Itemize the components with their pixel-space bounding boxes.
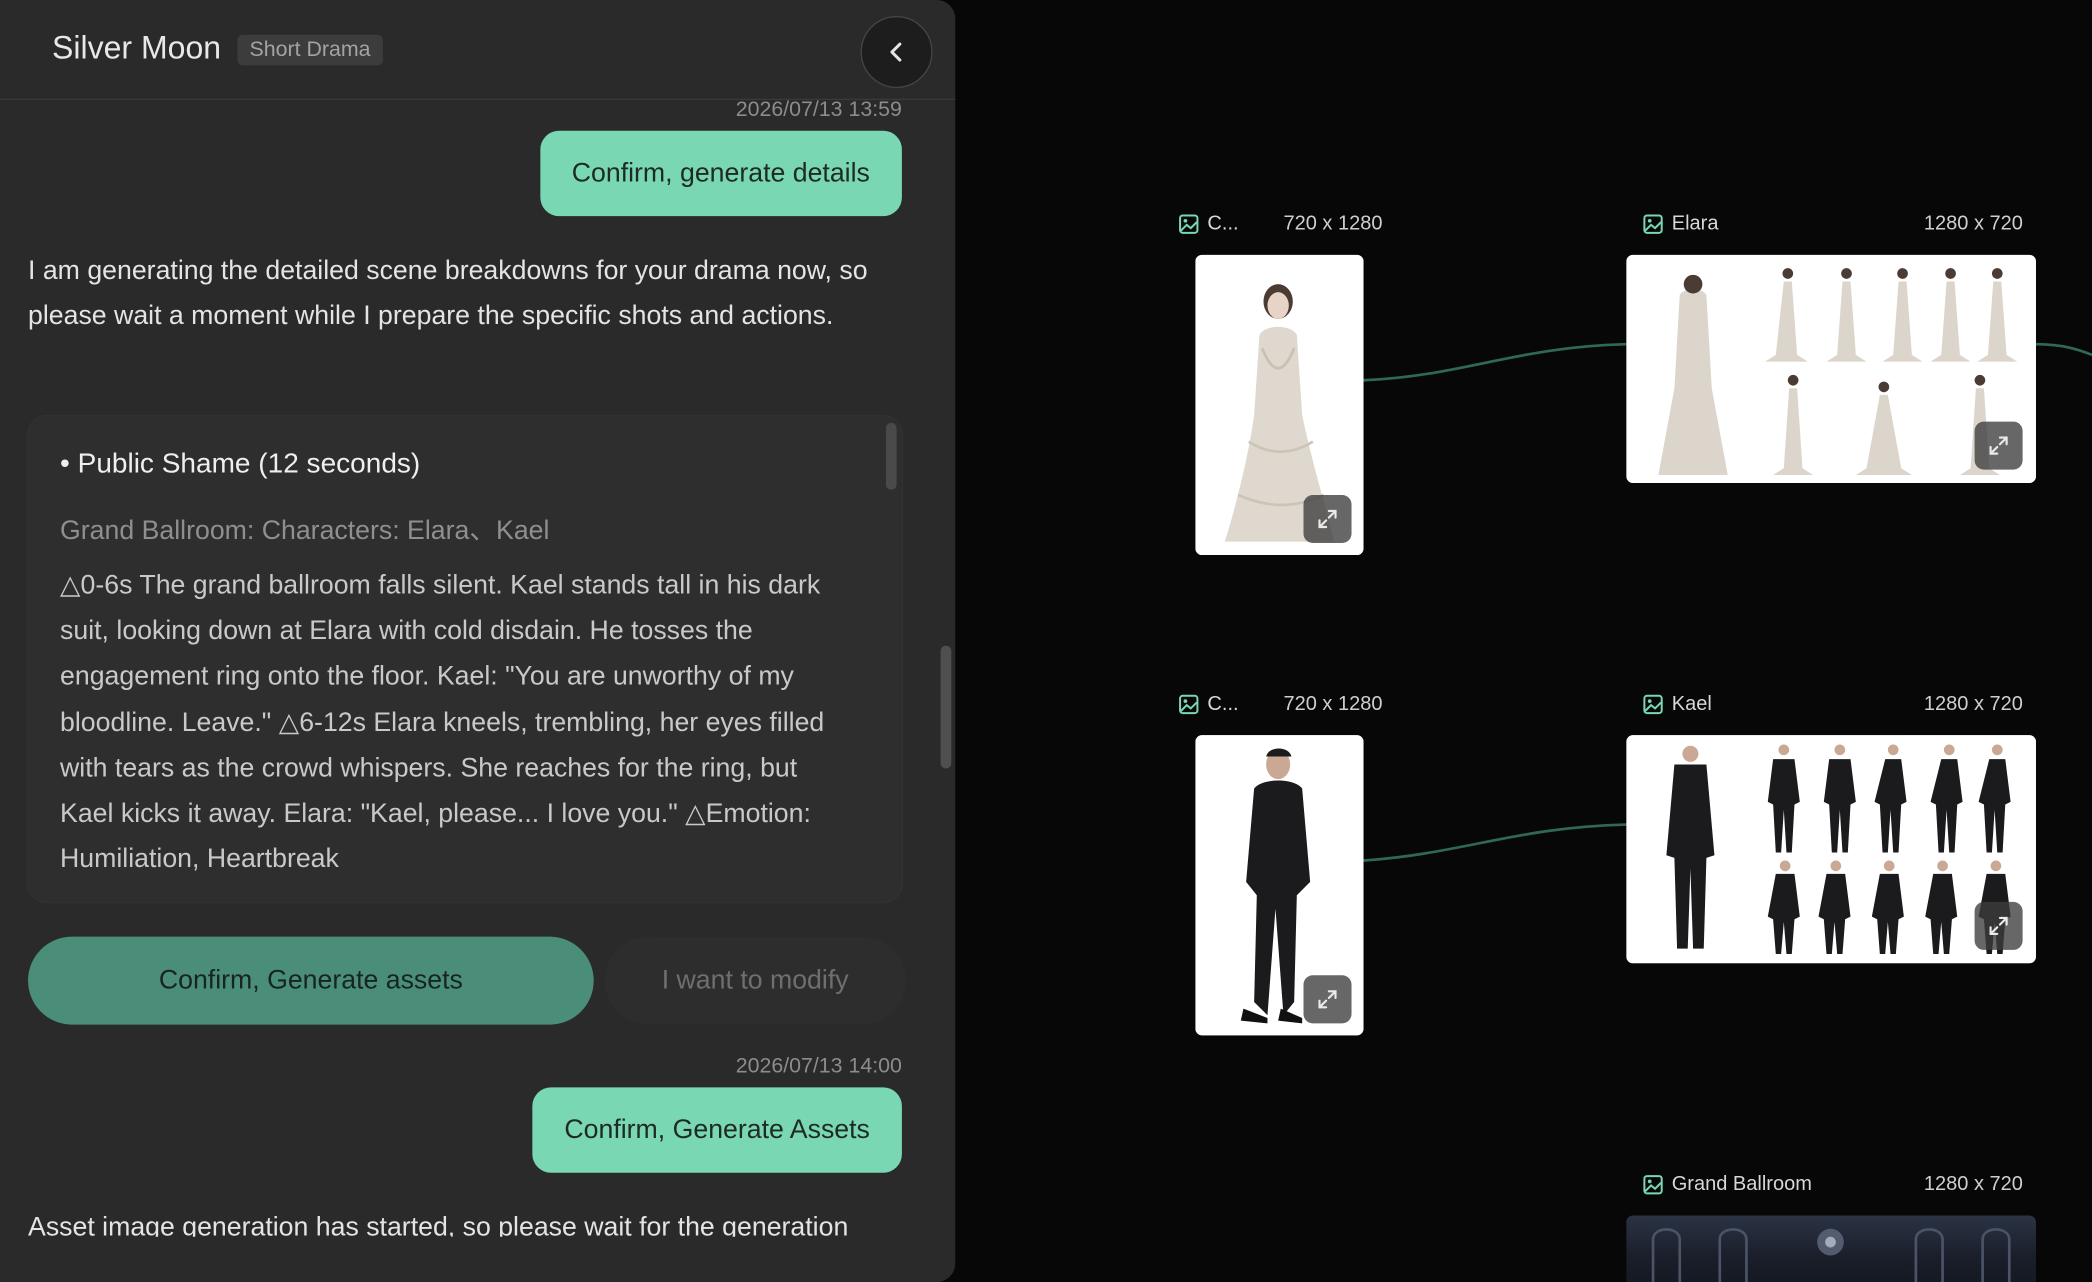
node-title: C... bbox=[1207, 212, 1239, 235]
image-icon bbox=[1179, 694, 1199, 714]
scene-location: Grand Ballroom: Characters: Elara、Kael bbox=[60, 516, 550, 546]
expand-icon bbox=[1318, 990, 1337, 1009]
node-label: Elara bbox=[1642, 212, 1718, 235]
expand-icon bbox=[1318, 509, 1337, 529]
node-connectors bbox=[1363, 342, 2092, 862]
node-title: Elara bbox=[1671, 212, 1719, 235]
chevron-left-icon bbox=[890, 42, 902, 62]
kael-portrait-image[interactable] bbox=[1195, 735, 1364, 1036]
message-timestamp: 2026/07/13 13:59 bbox=[735, 98, 902, 122]
expand-image-button[interactable] bbox=[1974, 901, 2023, 950]
connector-line bbox=[2035, 342, 2092, 357]
assistant-message: I am generating the detailed scene break… bbox=[28, 256, 868, 331]
image-icon bbox=[1643, 213, 1663, 234]
assistant-message: Asset image generation has started, so p… bbox=[28, 1212, 849, 1237]
node-dimensions: 720 x 1280 bbox=[1283, 212, 1383, 235]
scene-description: △0-6s The grand ballroom falls silent. K… bbox=[60, 571, 825, 875]
kael-character-sheet-image[interactable] bbox=[1626, 735, 2036, 964]
collapse-panel-button[interactable] bbox=[860, 16, 933, 89]
elara-character-sheet-image[interactable] bbox=[1626, 254, 2036, 483]
user-message: Confirm, Generate Assets bbox=[532, 1087, 902, 1173]
chat-scrollbar[interactable] bbox=[940, 645, 952, 769]
user-message: Confirm, generate details bbox=[539, 130, 902, 217]
ballroom-illustration bbox=[1651, 1228, 2011, 1282]
node-label: C... bbox=[1178, 692, 1239, 716]
modify-button[interactable]: I want to modify bbox=[604, 936, 906, 1025]
asset-canvas[interactable]: C... 720 x 1280 Elara 1280 x 720 C... 72… bbox=[955, 0, 2092, 1282]
expand-image-button[interactable] bbox=[1303, 975, 1352, 1024]
connector-line bbox=[1363, 823, 1627, 862]
node-title: Grand Ballroom bbox=[1671, 1172, 1812, 1196]
node-dimensions: 1280 x 720 bbox=[1923, 692, 2023, 716]
node-label: Grand Ballroom bbox=[1642, 1172, 1812, 1196]
chat-header: Silver Moon Short Drama bbox=[0, 0, 956, 101]
project-title: Silver Moon bbox=[52, 30, 222, 67]
node-title: C... bbox=[1207, 692, 1239, 716]
node-dimensions: 1280 x 720 bbox=[1923, 212, 2023, 235]
message-timestamp: 2026/07/13 14:00 bbox=[735, 1055, 902, 1079]
node-label: C... bbox=[1178, 212, 1239, 235]
confirm-generate-assets-button[interactable]: Confirm, Generate assets bbox=[28, 936, 594, 1025]
elara-portrait-image[interactable] bbox=[1195, 254, 1364, 556]
node-dimensions: 1280 x 720 bbox=[1923, 1172, 2023, 1196]
card-scrollbar[interactable] bbox=[885, 422, 897, 490]
image-icon bbox=[1179, 213, 1199, 234]
expand-image-button[interactable] bbox=[1303, 494, 1352, 544]
node-dimensions: 720 x 1280 bbox=[1283, 692, 1383, 716]
expand-icon bbox=[1989, 436, 2008, 455]
expand-icon bbox=[1989, 916, 2008, 935]
genre-tag: Short Drama bbox=[237, 34, 383, 66]
node-title: Kael bbox=[1671, 692, 1712, 716]
expand-image-button[interactable] bbox=[1974, 421, 2023, 470]
scene-title: • Public Shame (12 seconds) bbox=[60, 448, 421, 479]
grand-ballroom-image[interactable] bbox=[1626, 1215, 2036, 1282]
scene-breakdown-card[interactable]: • Public Shame (12 seconds) Grand Ballro… bbox=[28, 416, 902, 902]
node-label: Kael bbox=[1642, 692, 1712, 716]
connector-line bbox=[1363, 342, 1627, 382]
chat-panel: Silver Moon Short Drama 2026/07/13 13:59… bbox=[0, 0, 956, 1282]
image-icon bbox=[1643, 694, 1663, 714]
image-icon bbox=[1643, 1174, 1663, 1194]
